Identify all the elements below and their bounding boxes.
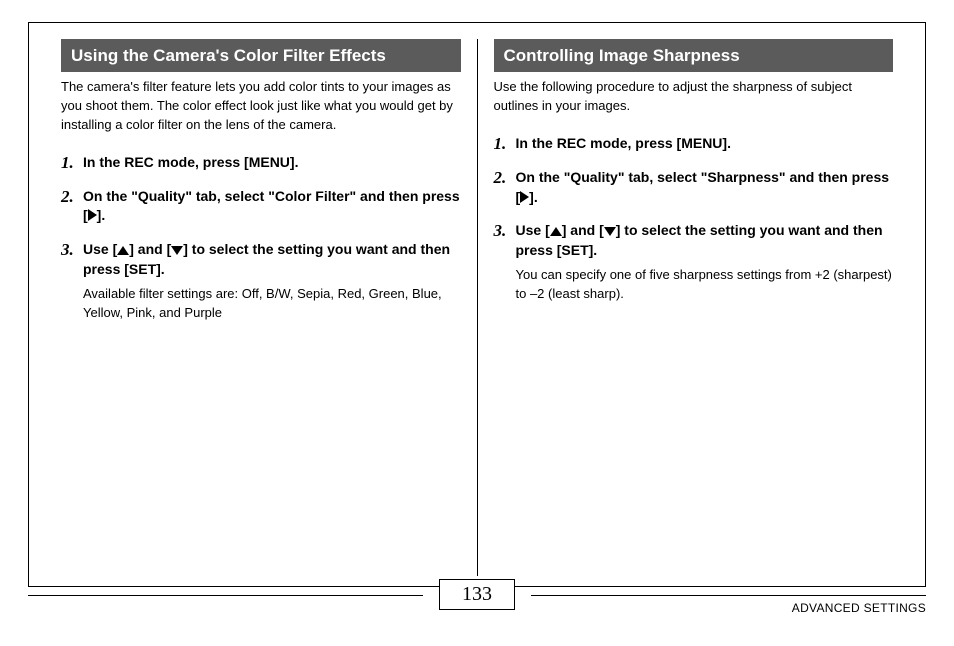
step-title: On the "Quality" tab, select "Sharpness"… xyxy=(516,168,894,207)
step-number: 3. xyxy=(61,240,83,323)
triangle-up-icon xyxy=(117,246,129,255)
step-item: 1. In the REC mode, press [MENU]. xyxy=(61,153,461,173)
step-item: 1. In the REC mode, press [MENU]. xyxy=(494,134,894,154)
step-number: 3. xyxy=(494,221,516,304)
step-number: 1. xyxy=(494,134,516,154)
step-item: 3. Use [] and [] to select the setting y… xyxy=(61,240,461,323)
footer-rule xyxy=(531,595,926,596)
step-text: ] and [ xyxy=(129,241,171,257)
step-number: 2. xyxy=(494,168,516,207)
column-divider xyxy=(477,39,478,576)
step-title: On the "Quality" tab, select "Color Filt… xyxy=(83,187,461,226)
footer-label: ADVANCED SETTINGS xyxy=(792,601,926,615)
page-number: 133 xyxy=(439,579,515,610)
right-column: Controlling Image Sharpness Use the foll… xyxy=(484,39,904,576)
step-note: Available filter settings are: Off, B/W,… xyxy=(83,285,461,323)
left-column: Using the Camera's Color Filter Effects … xyxy=(51,39,471,576)
step-number: 1. xyxy=(61,153,83,173)
step-title: Use [] and [] to select the setting you … xyxy=(83,240,461,279)
intro-text-sharpness: Use the following procedure to adjust th… xyxy=(494,78,894,116)
step-title: In the REC mode, press [MENU]. xyxy=(516,134,894,154)
triangle-up-icon xyxy=(550,227,562,236)
section-header-sharpness: Controlling Image Sharpness xyxy=(494,39,894,72)
triangle-right-icon xyxy=(88,209,97,221)
step-item: 3. Use [] and [] to select the setting y… xyxy=(494,221,894,304)
step-text: Use [ xyxy=(516,222,550,238)
step-text: On the "Quality" tab, select "Sharpness"… xyxy=(516,169,890,205)
step-text: On the "Quality" tab, select "Color Filt… xyxy=(83,188,460,224)
section-header-color-filter: Using the Camera's Color Filter Effects xyxy=(61,39,461,72)
step-note: You can specify one of five sharpness se… xyxy=(516,266,894,304)
step-text: ]. xyxy=(529,189,538,205)
step-text: ] and [ xyxy=(562,222,604,238)
step-text: ]. xyxy=(97,207,106,223)
step-item: 2. On the "Quality" tab, select "Sharpne… xyxy=(494,168,894,207)
triangle-down-icon xyxy=(604,227,616,236)
step-title: Use [] and [] to select the setting you … xyxy=(516,221,894,260)
step-title: In the REC mode, press [MENU]. xyxy=(83,153,461,173)
intro-text-color-filter: The camera's filter feature lets you add… xyxy=(61,78,461,135)
step-number: 2. xyxy=(61,187,83,226)
triangle-right-icon xyxy=(520,191,529,203)
footer-rule xyxy=(28,595,423,596)
page-footer: 133 ADVANCED SETTINGS xyxy=(28,587,926,631)
step-item: 2. On the "Quality" tab, select "Color F… xyxy=(61,187,461,226)
triangle-down-icon xyxy=(171,246,183,255)
page-frame: Using the Camera's Color Filter Effects … xyxy=(28,22,926,587)
step-text: Use [ xyxy=(83,241,117,257)
